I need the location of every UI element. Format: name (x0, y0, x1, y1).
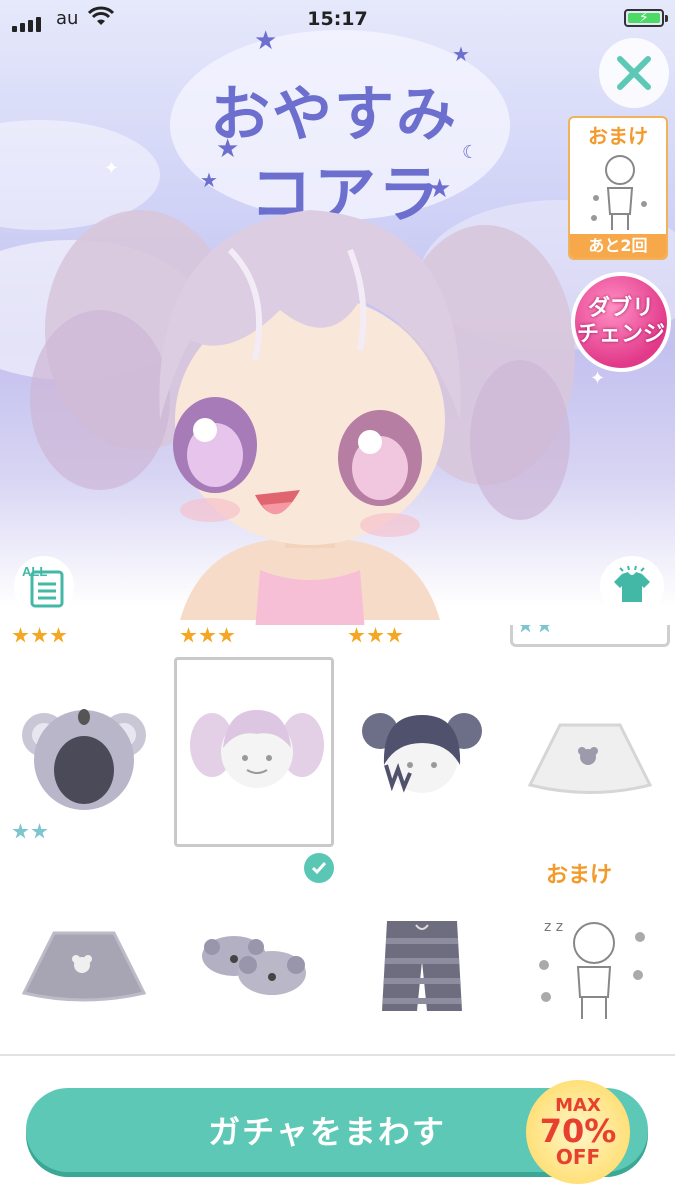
avatar-preview (30, 210, 575, 632)
close-icon (617, 56, 651, 90)
rarity-stars (12, 627, 67, 645)
show-all-button[interactable]: ALL (14, 556, 74, 616)
double-change-button[interactable]: ダブリ チェンジ (571, 272, 671, 372)
pigtail-hair-image (190, 710, 324, 788)
star-icon: ★ (254, 26, 278, 56)
item-white-koala-skirt[interactable] (510, 665, 670, 855)
all-label: ALL (22, 564, 47, 579)
item-koala-hood[interactable] (4, 665, 164, 855)
item-koala-slippers[interactable] (174, 871, 334, 1055)
sparkle-icon: ✦ (590, 368, 606, 389)
striped-shorts-image (382, 921, 462, 1011)
gacha-banner: au 15:17 ⚡ ★ ★ ★ ★ ★ ☾ おやすみ コアラ おまけ あと2回… (0, 0, 675, 632)
star-icon: ★ (200, 168, 218, 192)
spin-gacha-label: ガチャをまわす (208, 1113, 446, 1151)
bonus-pose-icon (591, 155, 647, 230)
close-button[interactable] (599, 38, 669, 108)
gacha-title: ★ ★ ★ ★ ★ ☾ おやすみ コアラ (170, 26, 510, 231)
item-pigtail-hair[interactable] (174, 657, 334, 847)
discount-off-label: OFF (555, 1145, 601, 1169)
rarity-stars (348, 627, 403, 645)
rarity-stars (517, 625, 553, 635)
bonus-card-label: おまけ (588, 124, 648, 148)
item-gray-koala-skirt[interactable] (4, 871, 164, 1055)
item-grid: おまけ z z (0, 625, 675, 1055)
outfit-button[interactable] (600, 556, 664, 616)
double-change-label-2: チェンジ (576, 322, 665, 347)
discount-percent: 70% (539, 1112, 617, 1150)
dark-hair-image (362, 713, 482, 793)
list-icon: ALL (22, 564, 64, 608)
svg-text:z z: z z (544, 919, 563, 935)
moon-icon: ☾ (462, 142, 479, 163)
item-bonus-pose[interactable]: z z (510, 871, 670, 1055)
clock: 15:17 (307, 8, 368, 30)
white-skirt-image (527, 723, 653, 794)
title-line-1: おやすみ (210, 80, 458, 150)
gray-skirt-image (21, 931, 147, 1002)
koala-hood-image (22, 709, 146, 810)
sparkle-icon: ✦ (104, 158, 120, 179)
rarity-stars (180, 627, 235, 645)
bonus-remaining-count: あと2回 (570, 234, 666, 258)
discount-badge: MAX 70% OFF (526, 1080, 630, 1184)
item-card-partial[interactable] (510, 625, 670, 647)
rarity-stars (12, 823, 48, 841)
item-dark-hair-koala-ears[interactable] (342, 665, 502, 855)
battery-icon: ⚡ (624, 9, 668, 27)
shirt-icon (614, 565, 650, 602)
item-striped-shorts[interactable] (342, 871, 502, 1055)
koala-slippers-image (202, 936, 306, 995)
bonus-reward-card[interactable]: おまけ あと2回 (568, 116, 668, 260)
double-change-label-1: ダブリ (587, 296, 654, 321)
bonus-pose-image: z z (539, 919, 645, 1019)
star-icon: ★ (452, 42, 470, 66)
